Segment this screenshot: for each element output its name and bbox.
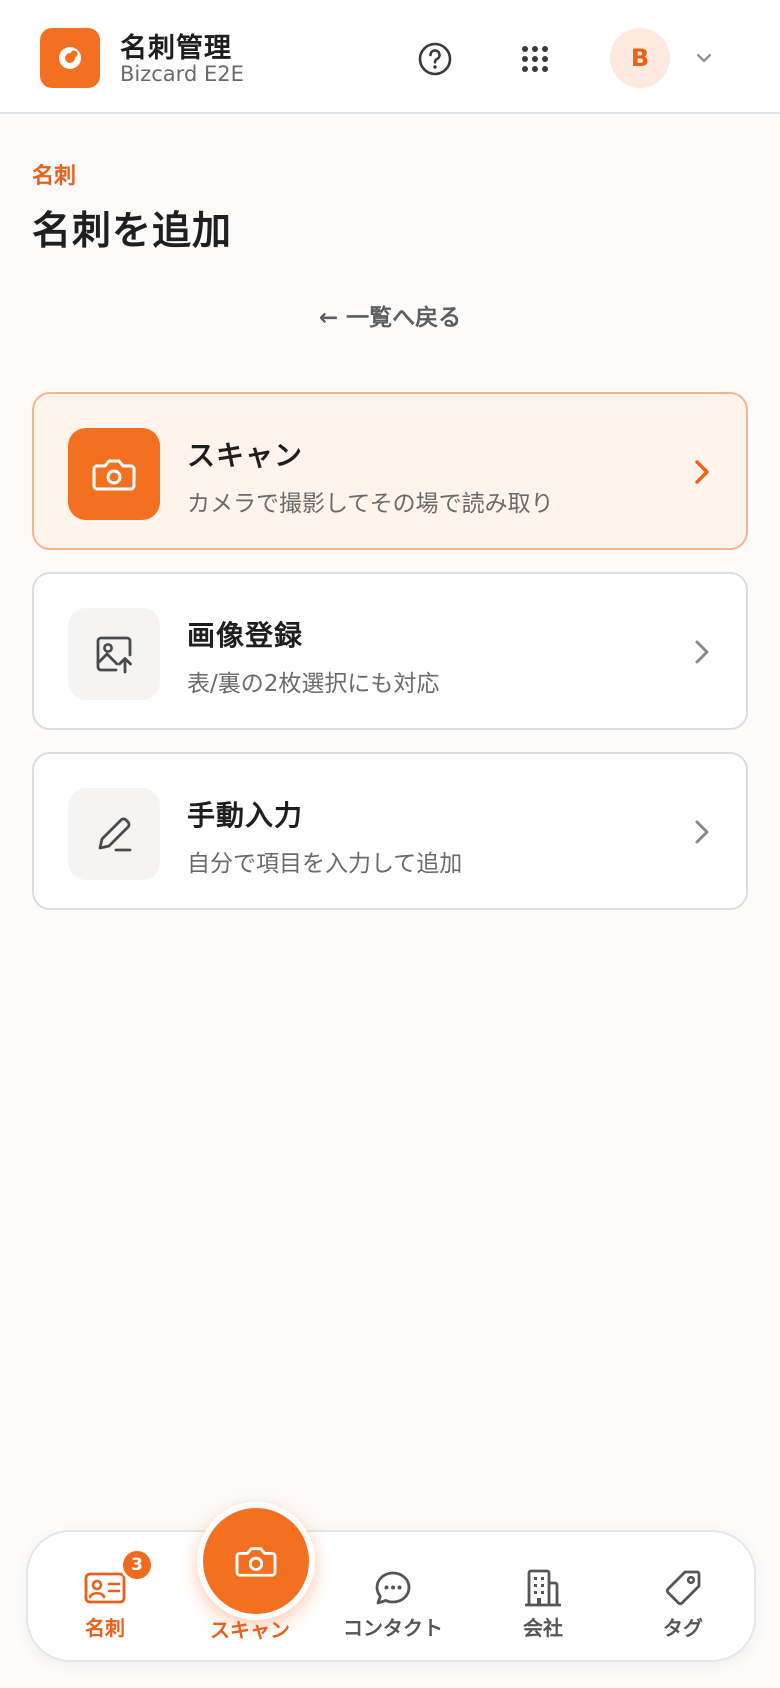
camera-icon (235, 1547, 277, 1577)
chevron-right-icon (695, 460, 709, 484)
help-icon (418, 42, 452, 76)
option-image-upload[interactable]: 画像登録 表/裏の2枚選択にも対応 (32, 572, 748, 730)
grid-icon (522, 46, 548, 72)
chevron-right-icon (695, 820, 709, 844)
page-title: 名刺を追加 (32, 209, 233, 254)
option-image-description: 表/裏の2枚選択にも対応 (187, 671, 440, 697)
section-eyebrow: 名刺 (32, 164, 77, 189)
help-button[interactable] (412, 36, 458, 82)
nav-scan-label[interactable]: スキャン (190, 1614, 310, 1643)
app-title: 名刺管理 (120, 33, 232, 64)
nav-cards-label: 名刺 (85, 1616, 125, 1640)
option-manual-title: 手動入力 (187, 799, 304, 832)
nav-tags-label: タグ (663, 1616, 703, 1640)
user-avatar[interactable]: B (610, 28, 670, 88)
app-logo[interactable] (40, 28, 100, 88)
nav-item-companies[interactable]: 会社 (488, 1532, 598, 1664)
nav-companies-icon-wrap (525, 1568, 561, 1608)
pencil-icon (98, 817, 132, 852)
cards-count-badge: 3 (120, 1548, 154, 1582)
camera-icon (92, 459, 136, 491)
app-logo-icon (59, 47, 81, 69)
chat-icon (375, 1571, 411, 1605)
account-menu-toggle[interactable] (690, 44, 718, 72)
app-header: 名刺管理 Bizcard E2E B (0, 0, 780, 114)
nav-companies-label: 会社 (523, 1616, 563, 1640)
nav-cards-icon-wrap: 3 (84, 1548, 154, 1608)
option-image-icon-box (68, 608, 160, 700)
option-manual-description: 自分で項目を入力して追加 (187, 851, 463, 877)
option-scan-chevron (684, 452, 720, 492)
option-manual-input[interactable]: 手動入力 自分で項目を入力して追加 (32, 752, 748, 910)
building-icon (525, 1569, 561, 1607)
option-manual-chevron (684, 812, 720, 852)
nav-contacts-label: コンタクト (343, 1616, 443, 1640)
chevron-right-icon (695, 640, 709, 664)
option-scan-description: カメラで撮影してその場で読み取り (187, 491, 554, 517)
image-upload-icon (96, 636, 132, 674)
app-subtitle: Bizcard E2E (120, 62, 244, 86)
nav-contacts-icon-wrap (374, 1568, 412, 1608)
option-image-chevron (684, 632, 720, 672)
option-scan-title: スキャン (187, 439, 304, 472)
back-to-list-link[interactable]: ← 一覧へ戻る (0, 298, 780, 332)
option-image-title: 画像登録 (187, 619, 304, 652)
card-icon (84, 1572, 126, 1604)
nav-tags-icon-wrap (664, 1568, 702, 1608)
option-scan[interactable]: スキャン カメラで撮影してその場で読み取り (32, 392, 748, 550)
option-scan-icon-box (68, 428, 160, 520)
option-manual-icon-box (68, 788, 160, 880)
nav-item-tags[interactable]: タグ (628, 1532, 738, 1664)
chevron-down-icon (696, 53, 712, 63)
tag-icon (665, 1570, 701, 1606)
app-grid-button[interactable] (510, 34, 560, 84)
nav-item-cards[interactable]: 3 名刺 (50, 1532, 160, 1664)
bottom-navigation: 3 名刺 コンタクト 会社 タグ (26, 1530, 756, 1662)
scan-fab-button[interactable] (197, 1502, 315, 1620)
nav-item-contacts[interactable]: コンタクト (326, 1532, 460, 1664)
